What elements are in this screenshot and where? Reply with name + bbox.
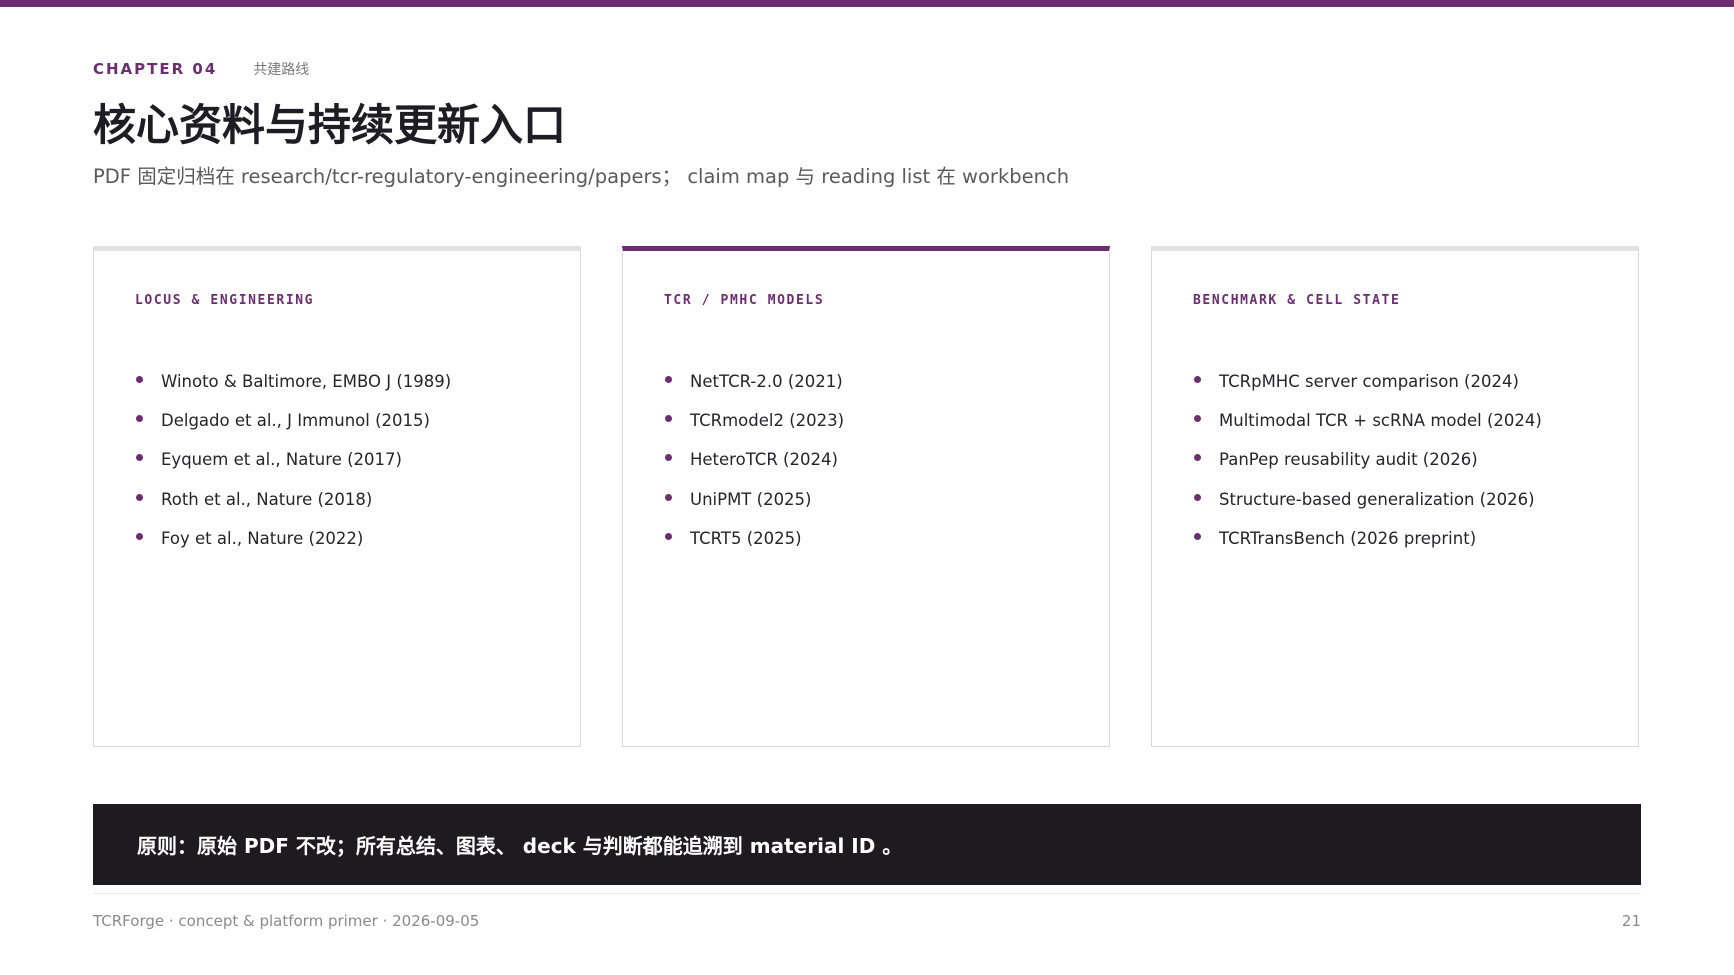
principle-banner: 原则：原始 PDF 不改；所有总结、图表、 deck 与判断都能追溯到 mate… bbox=[93, 804, 1641, 885]
list-item-text: Structure-based generalization (2026) bbox=[1219, 489, 1535, 509]
bullet-icon bbox=[136, 532, 143, 540]
bullet-icon bbox=[1194, 493, 1201, 501]
reference-list: Winoto & Baltimore, EMBO J (1989) Delgad… bbox=[135, 370, 451, 566]
bullet-icon bbox=[136, 376, 143, 383]
card-benchmark-cell-state: BENCHMARK & CELL STATE TCRpMHC server co… bbox=[1151, 246, 1639, 747]
list-item: Foy et al., Nature (2022) bbox=[135, 527, 451, 566]
bullet-icon bbox=[665, 532, 672, 540]
list-item-text: HeteroTCR (2024) bbox=[690, 450, 838, 470]
chapter-label: CHAPTER 04 bbox=[93, 60, 218, 78]
bullet-icon bbox=[136, 415, 143, 423]
list-item: Structure-based generalization (2026) bbox=[1193, 488, 1542, 527]
list-item-text: UniPMT (2025) bbox=[690, 489, 812, 509]
list-item-text: Roth et al., Nature (2018) bbox=[161, 489, 373, 509]
card-heading: LOCUS & ENGINEERING bbox=[135, 293, 315, 308]
list-item: PanPep reusability audit (2026) bbox=[1193, 448, 1542, 487]
list-item-text: Foy et al., Nature (2022) bbox=[161, 528, 364, 548]
bullet-icon bbox=[1194, 454, 1201, 462]
chapter-subtitle: 共建路线 bbox=[253, 62, 310, 78]
list-item: UniPMT (2025) bbox=[664, 488, 844, 527]
list-item-text: Winoto & Baltimore, EMBO J (1989) bbox=[161, 372, 452, 391]
list-item: TCRpMHC server comparison (2024) bbox=[1193, 370, 1542, 409]
bullet-icon bbox=[1194, 415, 1201, 423]
bullet-icon bbox=[136, 493, 143, 501]
list-item: NetTCR-2.0 (2021) bbox=[664, 370, 844, 409]
card-heading: BENCHMARK & CELL STATE bbox=[1193, 293, 1401, 308]
list-item: Delgado et al., J Immunol (2015) bbox=[135, 409, 451, 448]
chapter-row: CHAPTER 04 共建路线 bbox=[93, 59, 309, 79]
card-heading: TCR / PMHC MODELS bbox=[664, 293, 825, 308]
page-title: 核心资料与持续更新入口 bbox=[93, 101, 566, 151]
card-locus-engineering: LOCUS & ENGINEERING Winoto & Baltimore, … bbox=[93, 246, 581, 747]
list-item-text: TCRmodel2 (2023) bbox=[690, 411, 845, 431]
bullet-icon bbox=[665, 454, 672, 462]
card-tcr-pmhc-models: TCR / PMHC MODELS NetTCR-2.0 (2021) TCRm… bbox=[622, 246, 1110, 747]
footer-caption: TCRForge · concept & platform primer · 2… bbox=[93, 912, 480, 930]
bullet-icon bbox=[136, 454, 143, 462]
list-item: Winoto & Baltimore, EMBO J (1989) bbox=[135, 370, 451, 409]
list-item-text: NetTCR-2.0 (2021) bbox=[690, 372, 843, 391]
list-item-text: Delgado et al., J Immunol (2015) bbox=[161, 411, 430, 431]
list-item: HeteroTCR (2024) bbox=[664, 448, 844, 487]
bullet-icon bbox=[665, 415, 672, 423]
list-item-text: TCRpMHC server comparison (2024) bbox=[1219, 372, 1519, 391]
principle-text: 原则：原始 PDF 不改；所有总结、图表、 deck 与判断都能追溯到 mate… bbox=[137, 834, 903, 858]
reference-list: NetTCR-2.0 (2021) TCRmodel2 (2023) Heter… bbox=[664, 370, 844, 566]
list-item: Multimodal TCR + scRNA model (2024) bbox=[1193, 409, 1542, 448]
list-item: Roth et al., Nature (2018) bbox=[135, 488, 451, 527]
list-item: TCRT5 (2025) bbox=[664, 527, 844, 566]
list-item-text: TCRTransBench (2026 preprint) bbox=[1219, 528, 1477, 548]
reference-list: TCRpMHC server comparison (2024) Multimo… bbox=[1193, 370, 1542, 566]
list-item-text: PanPep reusability audit (2026) bbox=[1219, 450, 1478, 470]
bullet-icon bbox=[665, 493, 672, 501]
bullet-icon bbox=[665, 376, 672, 383]
list-item-text: TCRT5 (2025) bbox=[690, 528, 802, 548]
list-item-text: Multimodal TCR + scRNA model (2024) bbox=[1219, 411, 1542, 431]
list-item: Eyquem et al., Nature (2017) bbox=[135, 448, 451, 487]
page-number: 21 bbox=[1621, 912, 1641, 930]
list-item-text: Eyquem et al., Nature (2017) bbox=[161, 450, 402, 470]
list-item: TCRmodel2 (2023) bbox=[664, 409, 844, 448]
top-accent-bar bbox=[0, 0, 1734, 7]
bullet-icon bbox=[1194, 532, 1201, 540]
footer-divider bbox=[93, 893, 1641, 894]
bullet-icon bbox=[1194, 376, 1201, 383]
list-item: TCRTransBench (2026 preprint) bbox=[1193, 527, 1542, 566]
page-subtitle: PDF 固定归档在 research/tcr-regulatory-engine… bbox=[93, 165, 1070, 188]
